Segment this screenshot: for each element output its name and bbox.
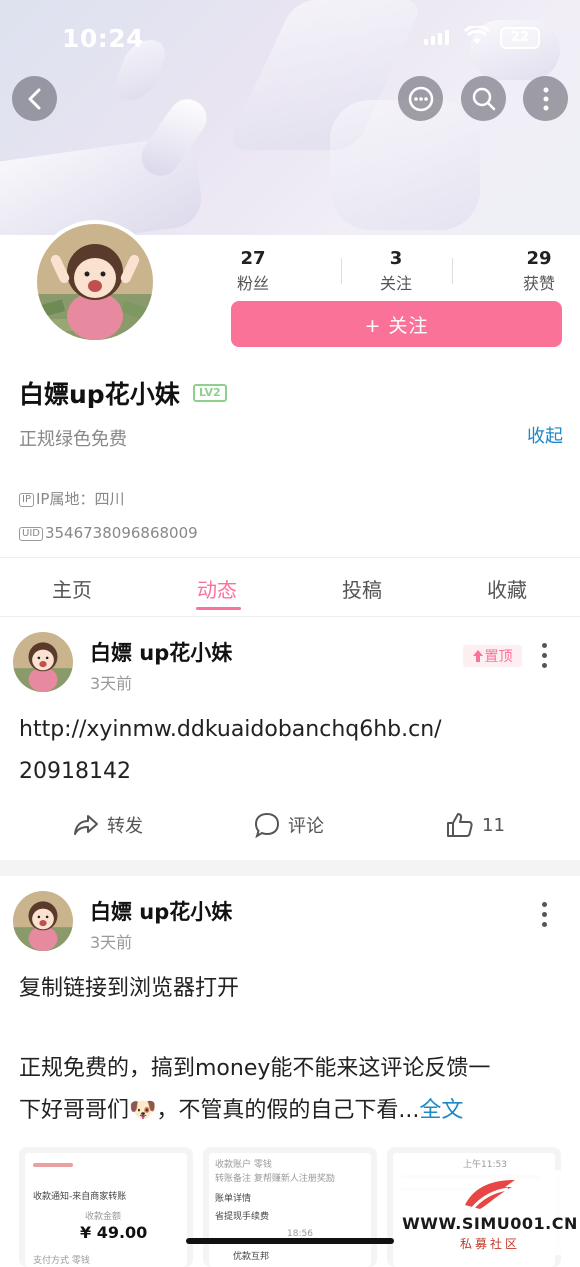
pin-arrow-icon — [472, 650, 483, 662]
divider — [0, 616, 580, 617]
post-more-button[interactable] — [540, 643, 548, 668]
chevron-left-icon — [28, 88, 40, 109]
thumb-row: 账单详情 — [215, 1194, 252, 1204]
post-text-line[interactable]: 正规免费的，搞到money能不能来这评论反馈一 — [19, 1048, 490, 1090]
profile-stats: 27 粉丝 3 关注 29 获赞 — [200, 248, 580, 294]
thumb-row-label: 转账备注 — [215, 1174, 252, 1184]
message-button[interactable] — [398, 76, 443, 121]
tab-dynamics[interactable]: 动态 — [177, 574, 257, 603]
thumb-time: 上午11:53 — [463, 1160, 507, 1170]
post-image[interactable]: 收款账户 零钱 转账备注 复帮赚新人注册奖励 账单详情 省提现手续费 18:56… — [203, 1147, 377, 1267]
thumb-footer: 优款互邦 — [233, 1252, 270, 1262]
repost-button[interactable]: 转发 — [73, 812, 143, 838]
profile-avatar[interactable] — [33, 220, 157, 344]
profile-signature: 正规绿色免费 — [19, 429, 127, 450]
thumb-title: 收款通知-来自商家转账 — [33, 1192, 127, 1202]
thumb-row-value: 零钱 — [253, 1160, 272, 1170]
post-separator — [0, 860, 580, 876]
comment-bubble-icon — [254, 812, 280, 838]
status-time: 10:24 — [62, 24, 145, 53]
thumb-row-label: 收款账户 — [215, 1160, 252, 1170]
like-button[interactable]: 11 — [446, 812, 505, 838]
tab-submissions[interactable]: 投稿 — [322, 574, 402, 603]
follow-button[interactable]: + 关注 — [231, 301, 562, 347]
stat-divider — [341, 258, 342, 284]
like-count: 11 — [482, 814, 505, 836]
fans-label: 粉丝 — [236, 274, 269, 293]
post-author-avatar[interactable] — [13, 632, 73, 692]
following-count: 3 — [389, 248, 403, 269]
thumbs-up-icon — [447, 813, 473, 837]
following-label: 关注 — [379, 274, 412, 293]
stat-divider — [452, 258, 453, 284]
watermark-url: WWW.SIMU001.CN — [402, 1214, 578, 1233]
comment-button[interactable]: 评论 — [254, 812, 324, 838]
status-bar: 10:24 22 — [0, 22, 580, 56]
post-time: 3天前 — [90, 674, 133, 693]
thumb-amount: ¥ 49.00 — [80, 1223, 148, 1242]
ip-tag-icon: IP — [19, 493, 34, 507]
fans-stat[interactable]: 27 粉丝 — [208, 248, 298, 294]
comment-label: 评论 — [288, 816, 324, 837]
divider — [0, 557, 580, 558]
post-more-button[interactable] — [540, 902, 548, 927]
post-author-name[interactable]: 白嫖 up花小妹 — [90, 896, 232, 926]
wifi-icon — [463, 24, 491, 52]
share-arrow-icon — [74, 815, 98, 835]
username: 白嫖up花小妹 — [19, 380, 180, 409]
more-options-button[interactable] — [523, 76, 568, 121]
uid-text: 3546738096868009 — [44, 524, 198, 542]
level-badge: LV2 — [193, 384, 227, 402]
following-stat[interactable]: 3 关注 — [351, 248, 441, 294]
ip-location-text: IP属地：四川 — [35, 490, 125, 508]
vertical-dots-icon — [543, 87, 548, 110]
post-text[interactable]: http://xyinmw.ddkuaidobanchq6hb.cn/ 2091… — [19, 709, 442, 793]
active-tab-indicator — [196, 607, 241, 610]
pinned-label: 置顶 — [484, 649, 513, 665]
cellular-signal-icon — [424, 30, 449, 45]
watermark: WWW.SIMU001.CN 私募社区 — [400, 1170, 580, 1255]
post-time: 3天前 — [90, 933, 133, 952]
battery-icon: 22 — [500, 27, 540, 49]
likes-stat[interactable]: 29 获赞 — [494, 248, 580, 294]
thumb-row-value: 复帮赚新人注册奖励 — [253, 1174, 335, 1184]
ip-location: IP IP属地：四川 — [19, 488, 124, 509]
site-logo-icon — [465, 1180, 515, 1210]
watermark-sub: 私募社区 — [459, 1237, 520, 1251]
full-text-link[interactable]: 全文 — [419, 1098, 463, 1123]
search-icon — [472, 87, 495, 110]
thumb-row: 省提现手续费 — [215, 1212, 270, 1222]
chat-bubble-icon — [408, 86, 433, 111]
post-text-line[interactable]: 下好哥哥们🐶，不管真的假的自己下看...全文 — [19, 1090, 463, 1132]
post-author-name[interactable]: 白嫖 up花小妹 — [90, 637, 232, 667]
search-button[interactable] — [461, 76, 506, 121]
tab-home[interactable]: 主页 — [32, 574, 112, 603]
uid-tag-icon: UID — [19, 527, 43, 541]
user-id[interactable]: UID 3546738096868009 — [19, 524, 198, 542]
post-author-avatar[interactable] — [13, 891, 73, 951]
tab-favorites[interactable]: 收藏 — [467, 574, 547, 603]
home-indicator — [186, 1238, 394, 1244]
repost-label: 转发 — [107, 816, 143, 837]
profile-tabs: 主页 动态 投稿 收藏 — [0, 570, 580, 610]
pinned-badge: 置顶 — [463, 645, 522, 667]
back-button[interactable] — [12, 76, 57, 121]
post-text-line[interactable]: 复制链接到浏览器打开 — [19, 968, 239, 1010]
likes-count: 29 — [526, 248, 552, 269]
fans-count: 27 — [240, 248, 266, 269]
post-text-truncated: 下好哥哥们🐶，不管真的假的自己下看... — [19, 1098, 420, 1123]
post-image[interactable]: 收款通知-来自商家转账 收款金额 ¥ 49.00 支付方式 零钱 — [19, 1147, 193, 1267]
collapse-button[interactable]: 收起 — [527, 422, 563, 448]
thumb-amount-label: 收款金额 — [85, 1212, 122, 1222]
likes-label: 获赞 — [522, 274, 555, 293]
